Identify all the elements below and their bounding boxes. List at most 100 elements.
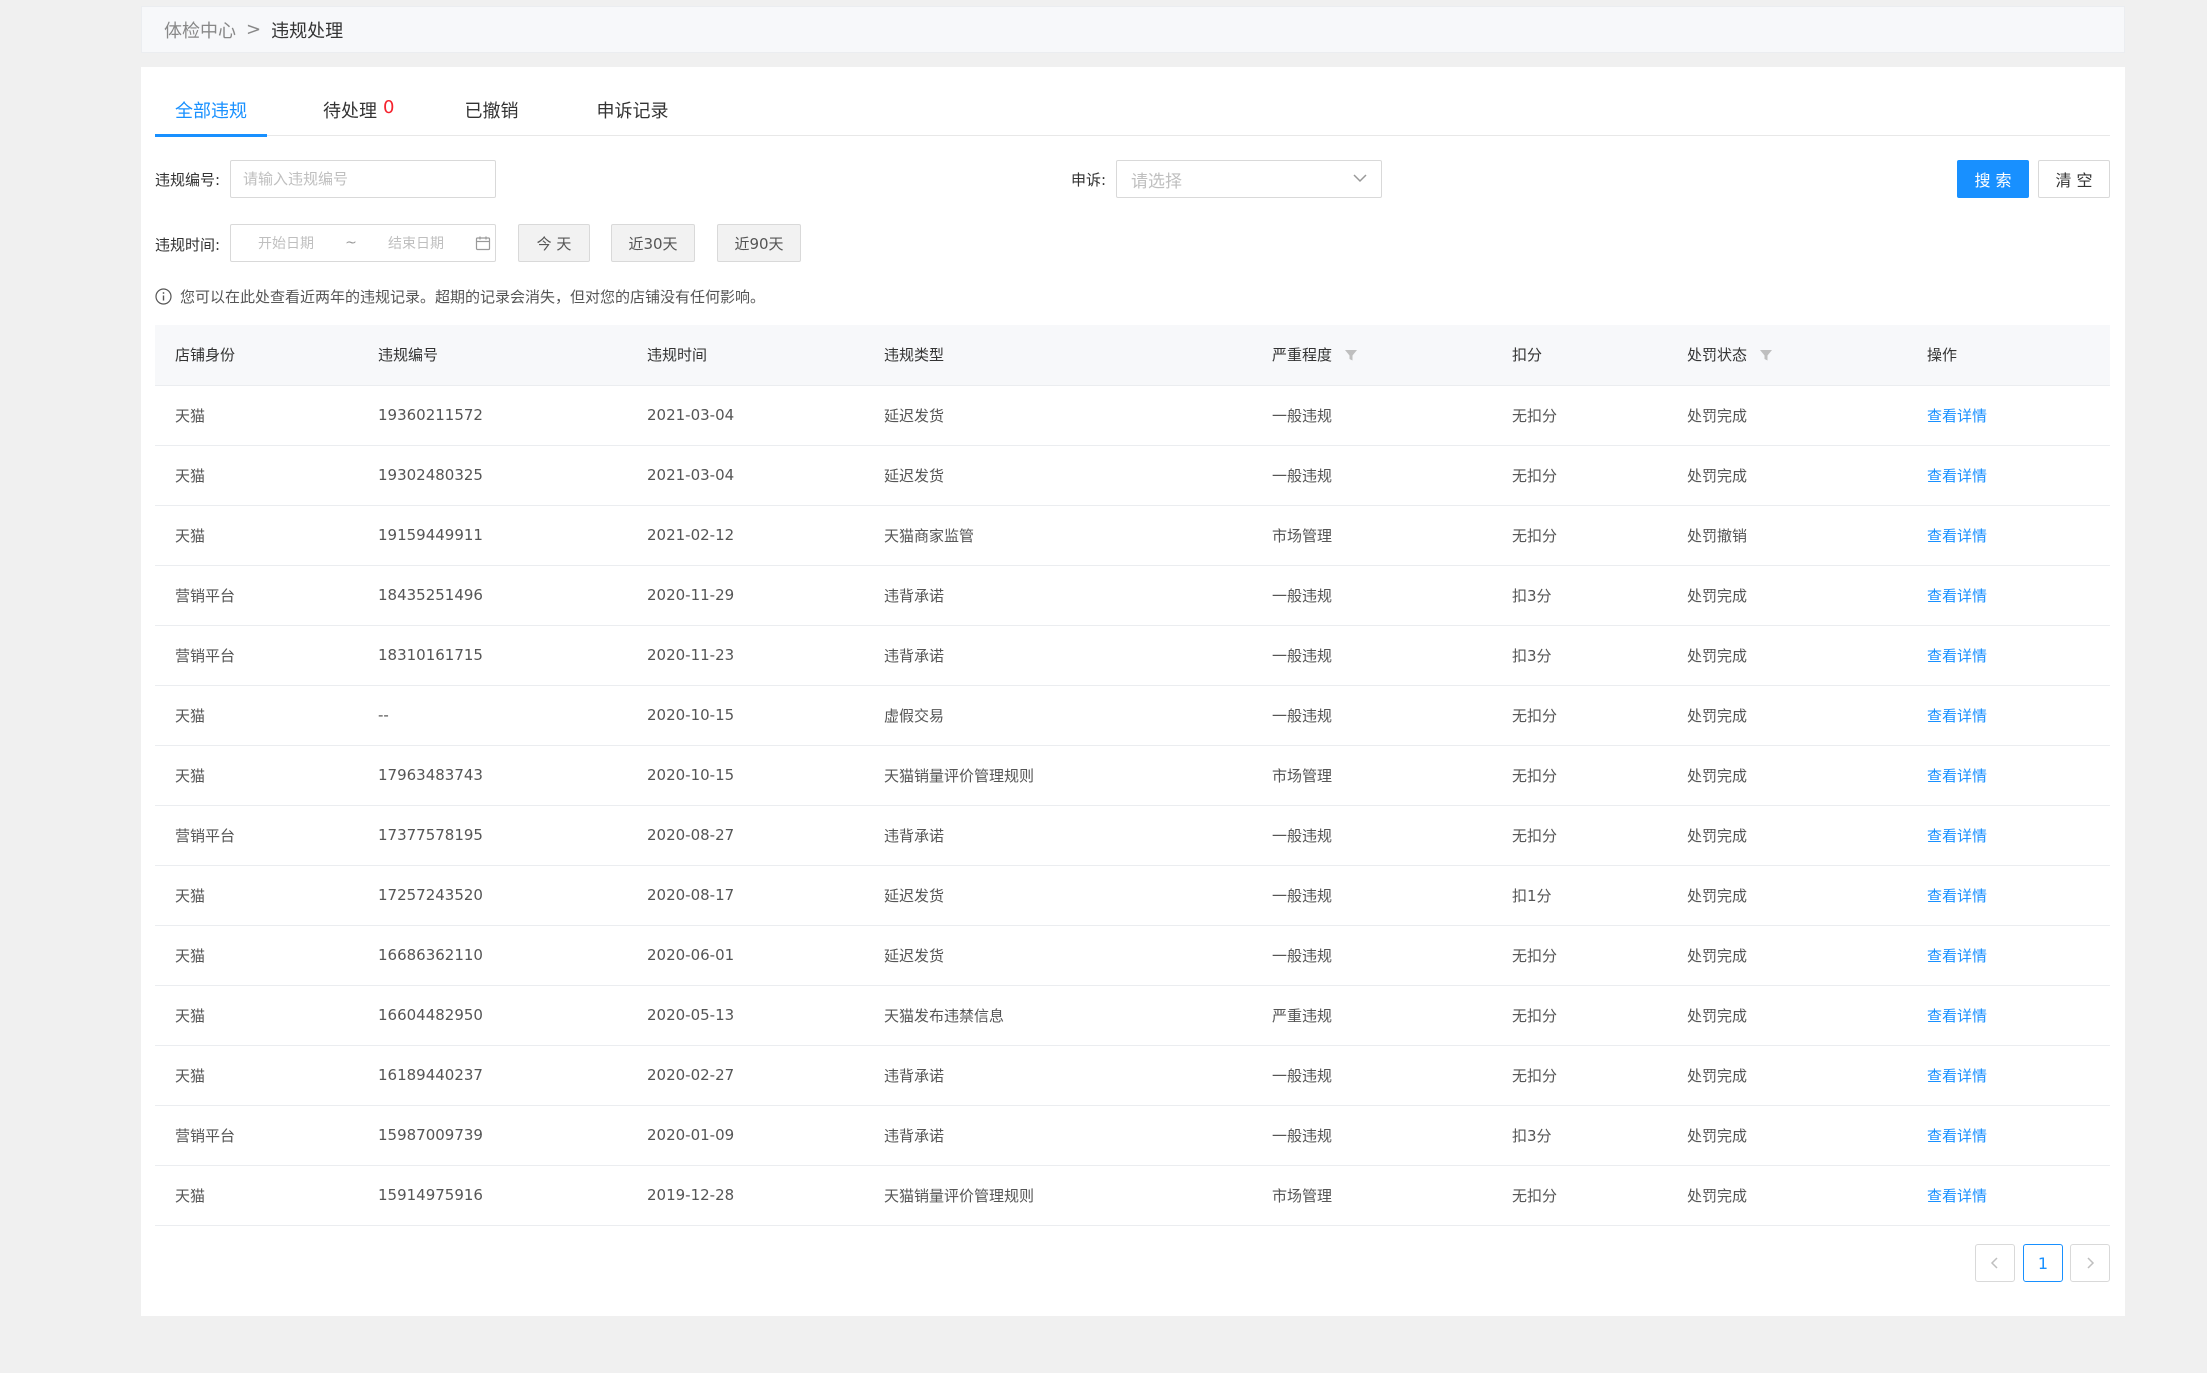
appeal-label: 申诉: [1071, 171, 1107, 189]
search-button[interactable]: 搜 索 [1957, 160, 2029, 198]
violation-no-cell: 19360211572 [358, 385, 627, 446]
view-details-link[interactable]: 查看详情 [1907, 625, 2110, 686]
main-panel: 全部违规 待处理 0 已撤销 申诉记录 违规编号: 申诉: 请选择 搜 索 清 … [141, 67, 2125, 1316]
severity-cell: 一般违规 [1252, 445, 1492, 506]
column-header-label: 严重程度 [1272, 346, 1333, 365]
violation-time-cell: 2020-05-13 [627, 985, 864, 1046]
view-details-link[interactable]: 查看详情 [1907, 985, 2110, 1046]
breadcrumb: 体检中心 > 违规处理 [141, 6, 2125, 53]
filter-icon[interactable] [1759, 347, 1772, 365]
calendar-icon [475, 235, 491, 251]
violations-table: 店铺身份 违规编号 违规时间 违规类型 严重程度 扣分 处罚状态 操作 天猫 1… [155, 325, 2110, 1226]
view-details-link[interactable]: 查看详情 [1907, 925, 2110, 986]
tab-appeal-records[interactable]: 申诉记录 [576, 91, 688, 136]
severity-cell: 一般违规 [1252, 685, 1492, 746]
view-details-link[interactable]: 查看详情 [1907, 445, 2110, 506]
severity-cell: 一般违规 [1252, 625, 1492, 686]
shop-identity-cell: 营销平台 [155, 805, 358, 866]
tab-revoked[interactable]: 已撤销 [444, 91, 538, 136]
penalty-status-cell: 处罚完成 [1667, 685, 1907, 746]
date-range-picker[interactable]: 开始日期 ~ 结束日期 [230, 224, 496, 262]
penalty-status-cell: 处罚完成 [1667, 1105, 1907, 1166]
violation-time-cell: 2019-12-28 [627, 1165, 864, 1226]
violation-time-cell: 2020-02-27 [627, 1045, 864, 1106]
shop-identity-cell: 天猫 [155, 865, 358, 926]
violation-type-cell: 天猫发布违禁信息 [864, 985, 1252, 1046]
table-row: 营销平台 15987009739 2020-01-09 违背承诺 一般违规 扣3分 处罚完成… [155, 1105, 2110, 1166]
view-details-link[interactable]: 查看详情 [1907, 1165, 2110, 1226]
penalty-status-cell: 处罚完成 [1667, 385, 1907, 446]
violation-no-cell: -- [358, 685, 627, 746]
prev-page-button[interactable] [1975, 1244, 2015, 1282]
appeal-select[interactable]: 请选择 [1116, 160, 1382, 198]
violation-no-cell: 16189440237 [358, 1045, 627, 1106]
end-date-input[interactable]: 结束日期 [361, 233, 471, 253]
view-details-link[interactable]: 查看详情 [1907, 565, 2110, 626]
pending-count-badge: 0 [383, 97, 395, 118]
violation-no-cell: 15987009739 [358, 1105, 627, 1166]
deduction-cell: 无扣分 [1492, 445, 1667, 506]
violation-time-cell: 2021-02-12 [627, 505, 864, 566]
breadcrumb-root[interactable]: 体检中心 [164, 17, 236, 43]
column-header: 扣分 [1492, 325, 1667, 386]
shop-identity-cell: 天猫 [155, 685, 358, 746]
violation-type-cell: 天猫销量评价管理规则 [864, 745, 1252, 806]
column-header: 违规时间 [627, 325, 864, 386]
violation-time-cell: 2021-03-04 [627, 445, 864, 506]
view-details-link[interactable]: 查看详情 [1907, 1045, 2110, 1106]
shop-identity-cell: 天猫 [155, 1165, 358, 1226]
view-details-link[interactable]: 查看详情 [1907, 805, 2110, 866]
violation-type-cell: 天猫销量评价管理规则 [864, 1165, 1252, 1226]
violation-time-cell: 2020-08-17 [627, 865, 864, 926]
shop-identity-cell: 营销平台 [155, 1105, 358, 1166]
table-row: 营销平台 17377578195 2020-08-27 违背承诺 一般违规 无扣分 处罚完成… [155, 805, 2110, 866]
deduction-cell: 无扣分 [1492, 385, 1667, 446]
tab-label: 全部违规 [175, 101, 247, 122]
table-row: 天猫 19159449911 2021-02-12 天猫商家监管 市场管理 无扣分 处罚撤销… [155, 505, 2110, 566]
view-details-link[interactable]: 查看详情 [1907, 865, 2110, 926]
violation-type-cell: 延迟发货 [864, 385, 1252, 446]
table-row: 营销平台 18435251496 2020-11-29 违背承诺 一般违规 扣3分 处罚完成… [155, 565, 2110, 626]
today-button[interactable]: 今 天 [518, 224, 590, 262]
tab-label: 已撤销 [464, 101, 519, 122]
severity-cell: 一般违规 [1252, 865, 1492, 926]
shop-identity-cell: 天猫 [155, 385, 358, 446]
penalty-status-cell: 处罚完成 [1667, 925, 1907, 986]
view-details-link[interactable]: 查看详情 [1907, 745, 2110, 806]
violation-type-cell: 天猫商家监管 [864, 505, 1252, 566]
violation-type-cell: 违背承诺 [864, 805, 1252, 866]
last-90-days-button[interactable]: 近90天 [717, 224, 801, 262]
column-header: 店铺身份 [155, 325, 358, 386]
filter-icon[interactable] [1344, 347, 1357, 365]
page-1-button[interactable]: 1 [2023, 1244, 2063, 1282]
clear-button[interactable]: 清 空 [2038, 160, 2110, 198]
tab-bar: 全部违规 待处理 0 已撤销 申诉记录 [155, 91, 2110, 137]
table-row: 营销平台 18310161715 2020-11-23 违背承诺 一般违规 扣3分 处罚完成… [155, 625, 2110, 686]
severity-column-header: 严重程度 [1252, 325, 1492, 386]
table-header-row: 店铺身份 违规编号 违规时间 违规类型 严重程度 扣分 处罚状态 操作 [155, 325, 2110, 386]
breadcrumb-separator: > [246, 19, 262, 40]
tab-all-violations[interactable]: 全部违规 [155, 91, 267, 137]
deduction-cell: 无扣分 [1492, 925, 1667, 986]
penalty-status-cell: 处罚完成 [1667, 745, 1907, 806]
deduction-cell: 扣3分 [1492, 625, 1667, 686]
table-row: 天猫 16686362110 2020-06-01 延迟发货 一般违规 无扣分 处罚完成 查看… [155, 925, 2110, 986]
violation-time-cell: 2020-11-29 [627, 565, 864, 626]
view-details-link[interactable]: 查看详情 [1907, 385, 2110, 446]
view-details-link[interactable]: 查看详情 [1907, 685, 2110, 746]
view-details-link[interactable]: 查看详情 [1907, 1105, 2110, 1166]
shop-identity-cell: 天猫 [155, 985, 358, 1046]
violation-type-cell: 虚假交易 [864, 685, 1252, 746]
tab-pending[interactable]: 待处理 0 [303, 91, 414, 136]
violation-no-cell: 19302480325 [358, 445, 627, 506]
view-details-link[interactable]: 查看详情 [1907, 505, 2110, 566]
notice: 您可以在此处查看近两年的违规记录。超期的记录会消失，但对您的店铺没有任何影响。 [155, 286, 765, 307]
violation-no-cell: 16686362110 [358, 925, 627, 986]
next-page-button[interactable] [2070, 1244, 2110, 1282]
violation-no-input[interactable] [230, 160, 496, 198]
penalty-status-cell: 处罚撤销 [1667, 505, 1907, 566]
violation-no-cell: 17257243520 [358, 865, 627, 926]
start-date-input[interactable]: 开始日期 [231, 233, 341, 253]
deduction-cell: 无扣分 [1492, 1165, 1667, 1226]
last-30-days-button[interactable]: 近30天 [611, 224, 695, 262]
